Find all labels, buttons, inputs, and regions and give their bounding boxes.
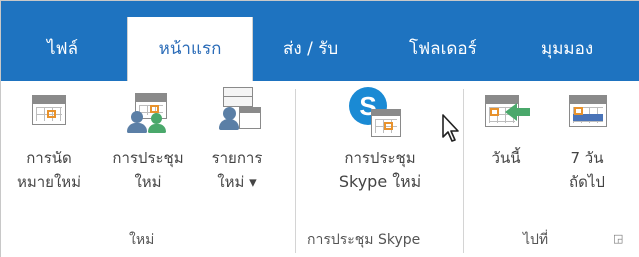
group-label-goto: ไปที่ — [523, 232, 549, 248]
new-meeting-button[interactable]: การประชุม ใหม่ — [107, 81, 189, 223]
new-items-label-2: ใหม่ ▾ — [217, 173, 257, 191]
mouse-pointer-icon — [442, 114, 459, 142]
new-appointment-label-2: หมายใหม่ — [16, 173, 82, 191]
next-7-days-label-1: 7 วัน — [570, 149, 604, 167]
ribbon-tab-bar: ไฟล์ หน้าแรก ส่ง / รับ โฟลเดอร์ มุมมอง — [1, 1, 639, 81]
next-7-days-button[interactable]: 7 วัน ถัดไป — [547, 81, 627, 223]
group-label-new: ใหม่ — [129, 232, 155, 248]
new-items-label-1: รายการ — [211, 149, 263, 167]
today-icon — [485, 95, 530, 129]
skype-meeting-label-1: การประชุม — [344, 149, 416, 167]
new-items-icon — [217, 87, 261, 131]
skype-meeting-icon: S — [349, 87, 405, 139]
today-label: วันนี้ — [491, 149, 521, 167]
group-label-skype: การประชุม Skype — [307, 232, 421, 248]
next-7-days-icon — [569, 95, 607, 127]
new-meeting-label-2: ใหม่ — [134, 173, 162, 191]
tab-send-receive[interactable]: ส่ง / รับ — [283, 35, 338, 62]
new-meeting-label-1: การประชุม — [112, 149, 184, 167]
calendar-icon — [32, 95, 66, 125]
today-button[interactable]: วันนี้ — [471, 81, 541, 223]
tab-folder[interactable]: โฟลเดอร์ — [409, 35, 477, 62]
group-separator — [463, 89, 464, 253]
new-appointment-button[interactable]: การนัด หมายใหม่ — [5, 81, 93, 223]
new-items-button[interactable]: รายการ ใหม่ ▾ — [199, 81, 275, 223]
ribbon-panel: การนัด หมายใหม่ การประชุม ใหม่ รายการ ให… — [1, 81, 639, 257]
skype-meeting-label-2: Skype ใหม่ — [338, 172, 422, 191]
outlook-ribbon: ไฟล์ หน้าแรก ส่ง / รับ โฟลเดอร์ มุมมอง ก… — [0, 0, 639, 257]
new-skype-meeting-button[interactable]: S การประชุม Skype ใหม่ — [301, 81, 459, 223]
meeting-icon — [127, 93, 173, 133]
dialog-launcher-icon[interactable]: ◲ — [613, 232, 623, 245]
tab-file[interactable]: ไฟล์ — [47, 35, 78, 62]
new-appointment-label-1: การนัด — [26, 149, 72, 167]
tab-home[interactable]: หน้าแรก — [127, 17, 253, 81]
tab-view[interactable]: มุมมอง — [541, 35, 593, 62]
group-separator — [295, 89, 296, 253]
next-7-days-label-2: ถัดไป — [569, 173, 605, 191]
